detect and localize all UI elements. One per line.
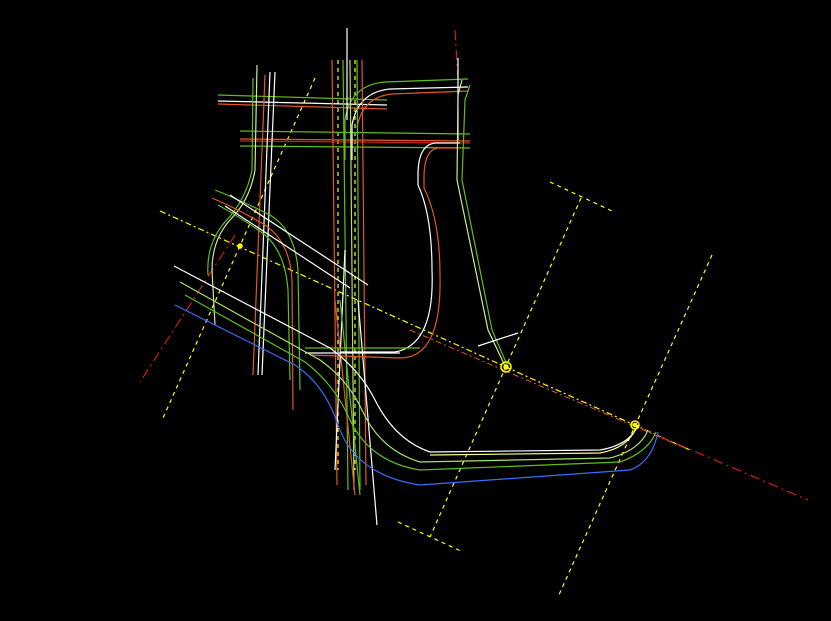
- right-ramp: [456, 79, 519, 369]
- ramp-white: [351, 86, 469, 160]
- sweep-white: [173, 265, 639, 453]
- sweep-lightgreen: [179, 281, 649, 463]
- diag-ramp-white: [229, 194, 369, 286]
- corridor-green-right: [356, 59, 361, 491]
- bottom-sweep-curves: [173, 265, 659, 486]
- corridor-white-diag-2: [357, 299, 378, 526]
- left-road-green-curve: [207, 77, 254, 276]
- right-ramp-green: [461, 84, 509, 368]
- top-road-green-1: [217, 94, 388, 101]
- diag-ramp-white-2: [224, 205, 351, 289]
- station-point-3[interactable]: [237, 243, 243, 249]
- top-right-ramp: [344, 58, 469, 160]
- cad-drawing-canvas[interactable]: [0, 0, 831, 621]
- loop-ramp: [305, 142, 460, 359]
- loop-orange: [309, 147, 460, 359]
- section-tick-bottom: [397, 521, 464, 553]
- section-tick-top: [549, 181, 613, 212]
- left-vertical-roads: [207, 64, 276, 376]
- mid-road-green-2: [239, 145, 471, 149]
- centerline-red-west: [139, 234, 236, 383]
- ramp-orange: [356, 90, 469, 129]
- centerline-red-east: [639, 427, 809, 501]
- diag-ramp-orange-1: [211, 197, 294, 411]
- corridor-orange-right: [361, 59, 367, 486]
- cad-drawing: [139, 28, 809, 598]
- corridor-green-diag: [339, 299, 361, 496]
